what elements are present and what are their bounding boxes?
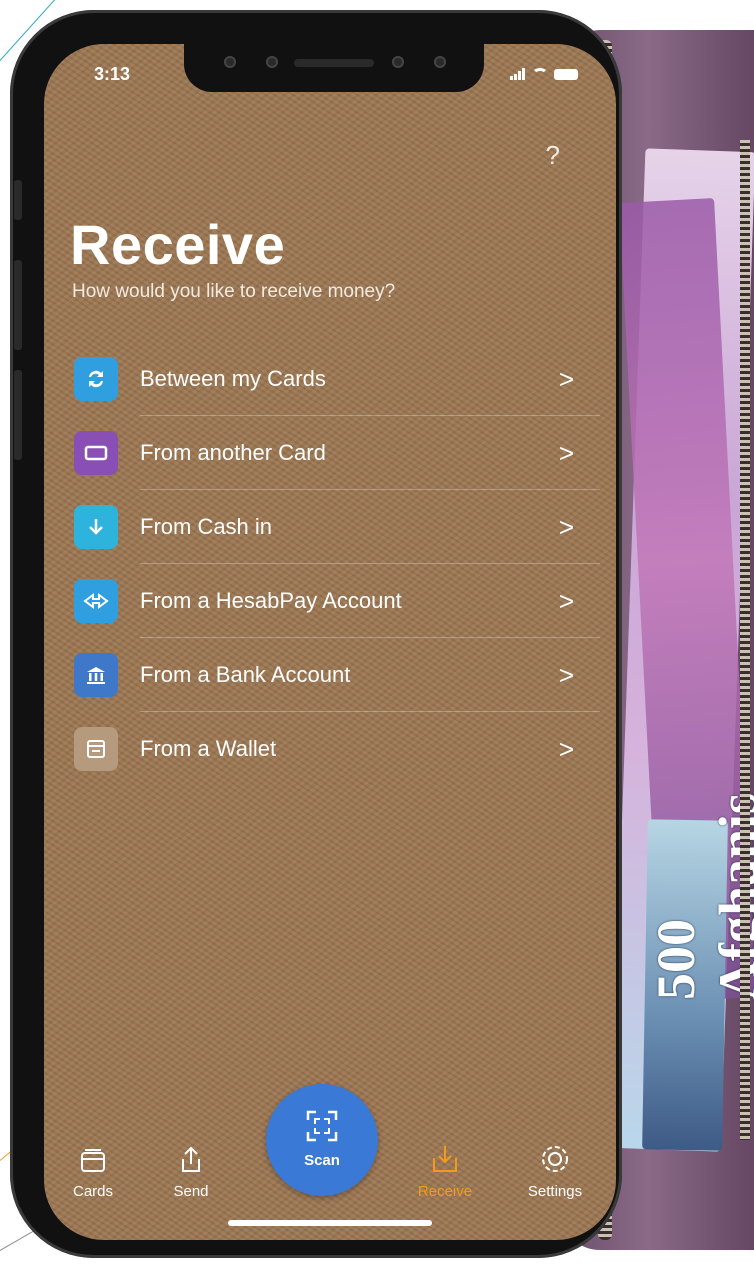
tab-cards[interactable]: Cards bbox=[58, 1145, 128, 1200]
wallet-zipper bbox=[740, 140, 750, 1140]
scan-button[interactable]: Scan bbox=[266, 1084, 378, 1196]
bank-icon bbox=[74, 653, 118, 697]
status-time: 3:13 bbox=[94, 64, 131, 84]
option-label: From a HesabPay Account bbox=[140, 588, 402, 613]
tab-send[interactable]: Send bbox=[156, 1145, 226, 1200]
option-from-another-card[interactable]: From another Card > bbox=[64, 416, 600, 490]
status-icons bbox=[510, 68, 578, 80]
tab-receive[interactable]: Receive bbox=[410, 1143, 480, 1200]
page-subtitle: How would you like to receive money? bbox=[72, 281, 396, 302]
swap-cards-icon bbox=[74, 357, 118, 401]
home-indicator[interactable] bbox=[228, 1220, 432, 1226]
option-label: From a Wallet bbox=[140, 736, 277, 761]
chevron-right-icon: > bbox=[558, 659, 574, 690]
volume-up-button bbox=[14, 260, 22, 350]
phone-frame: 3:13 ? Receive How would you like to rec… bbox=[10, 10, 622, 1258]
receive-icon bbox=[433, 1146, 457, 1172]
help-button[interactable]: ? bbox=[546, 140, 560, 171]
wallet-icon bbox=[74, 727, 118, 771]
chevron-right-icon: > bbox=[558, 437, 574, 468]
option-from-bank-account[interactable]: From a Bank Account > bbox=[64, 638, 600, 712]
battery-icon bbox=[554, 69, 578, 80]
chevron-right-icon: > bbox=[558, 585, 574, 616]
option-label: Between my Cards bbox=[140, 366, 326, 391]
app-screen: 3:13 ? Receive How would you like to rec… bbox=[44, 44, 616, 1240]
tab-label: Send bbox=[173, 1183, 209, 1200]
hesabpay-icon bbox=[74, 579, 118, 623]
cards-icon bbox=[81, 1149, 105, 1172]
volume-down-button bbox=[14, 370, 22, 460]
signal-icon bbox=[510, 68, 526, 80]
tab-label: Cards bbox=[72, 1183, 113, 1200]
option-label: From a Bank Account bbox=[140, 662, 351, 687]
phone-notch bbox=[184, 44, 484, 92]
option-label: From Cash in bbox=[140, 514, 273, 539]
gear-icon bbox=[542, 1146, 568, 1172]
tab-label: Scan bbox=[304, 1152, 340, 1169]
bottom-tab-bar: Cards Send Scan Receive Settings bbox=[44, 1084, 616, 1240]
tab-label: Settings bbox=[527, 1183, 583, 1200]
chevron-right-icon: > bbox=[558, 733, 574, 764]
chevron-right-icon: > bbox=[558, 363, 574, 394]
option-from-hesabpay-account[interactable]: From a HesabPay Account > bbox=[64, 564, 600, 638]
page-title: Receive bbox=[70, 213, 286, 276]
scan-icon bbox=[306, 1110, 338, 1142]
option-label: From another Card bbox=[140, 440, 326, 465]
stage: 500 Afghanis 3:13 bbox=[0, 0, 754, 1264]
chevron-right-icon: > bbox=[558, 511, 574, 542]
mute-switch bbox=[14, 180, 22, 220]
card-icon bbox=[74, 431, 118, 475]
banknote-text: 500 Afghanis bbox=[646, 793, 754, 1000]
receive-options-list: Between my Cards > From another Card > F… bbox=[64, 342, 600, 786]
arrow-down-icon bbox=[74, 505, 118, 549]
option-between-my-cards[interactable]: Between my Cards > bbox=[64, 342, 600, 416]
wifi-icon bbox=[532, 68, 548, 80]
tab-settings[interactable]: Settings bbox=[520, 1143, 590, 1200]
option-from-a-wallet[interactable]: From a Wallet > bbox=[64, 712, 600, 786]
share-icon bbox=[182, 1146, 200, 1172]
tab-label: Receive bbox=[417, 1183, 473, 1200]
option-from-cash-in[interactable]: From Cash in > bbox=[64, 490, 600, 564]
